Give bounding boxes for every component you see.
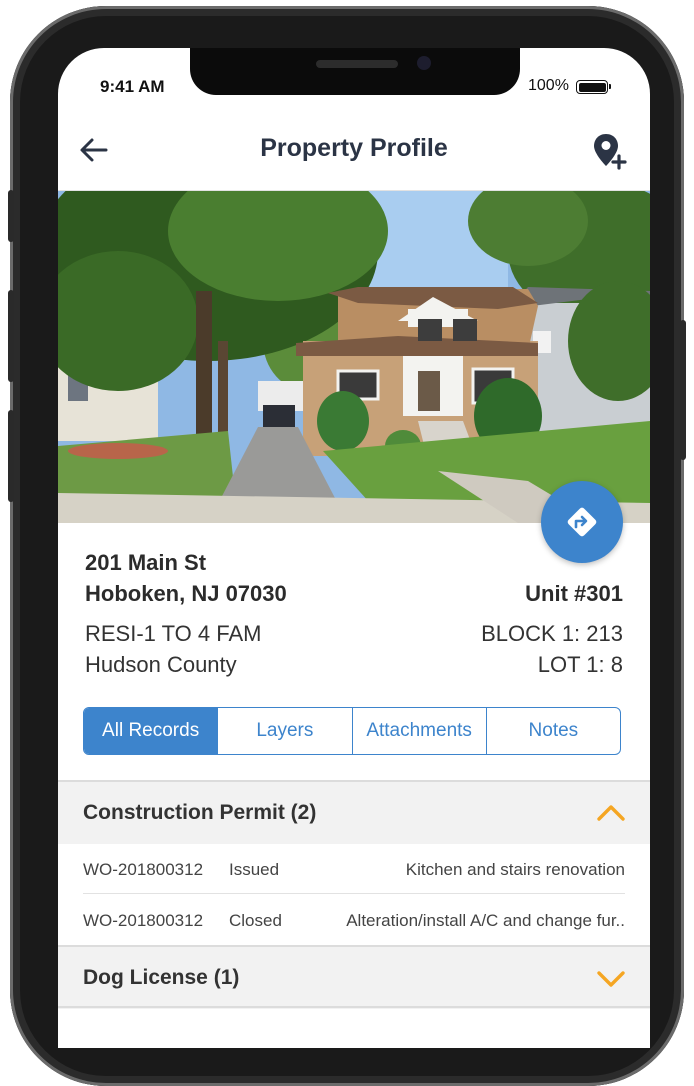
- chevron-down-icon: [597, 971, 625, 987]
- battery-tip: [609, 84, 611, 89]
- phone-silent-switch: [8, 190, 14, 242]
- section-header-construction-permit[interactable]: Construction Permit (2): [58, 782, 650, 844]
- front-camera: [417, 56, 431, 70]
- battery-percentage: 100%: [528, 77, 569, 94]
- street-address: 201 Main St: [85, 550, 207, 575]
- record-id: WO-201800312: [83, 911, 204, 930]
- unit-number: Unit #301: [525, 581, 623, 606]
- section-header-dog-license[interactable]: Dog License (1): [58, 947, 650, 1009]
- tab-notes[interactable]: Notes: [485, 708, 620, 754]
- records-tabs: All Records Layers Attachments Notes: [83, 707, 621, 755]
- page-title: Property Profile: [260, 134, 448, 162]
- property-class: RESI-1 TO 4 FAM: [85, 621, 262, 646]
- property-photo: [58, 191, 650, 523]
- county: Hudson County: [85, 652, 237, 677]
- record-id: WO-201800312: [83, 860, 204, 879]
- record-description: Alteration/install A/C and change fur..: [346, 911, 625, 930]
- lot-number: LOT 1: 8: [537, 652, 623, 677]
- notch: [190, 48, 520, 95]
- phone-power-button: [680, 320, 686, 460]
- city-state-zip: Hoboken, NJ 07030: [85, 581, 287, 606]
- add-location-pin-icon[interactable]: [592, 132, 628, 170]
- tab-all-records[interactable]: All Records: [84, 708, 218, 754]
- record-row[interactable]: WO-201800312 Closed Alteration/install A…: [83, 895, 625, 947]
- record-status: Closed: [229, 911, 282, 930]
- section-divider: [58, 1006, 650, 1008]
- phone-volume-down: [8, 410, 14, 502]
- phone-screen: 9:41 AM 100% Property Profile 201 Main S…: [58, 48, 650, 1048]
- status-time: 9:41 AM: [100, 77, 165, 96]
- record-status: Issued: [229, 860, 280, 879]
- row-divider: [83, 893, 625, 894]
- record-description: Kitchen and stairs renovation: [405, 860, 625, 879]
- directions-button[interactable]: [541, 481, 623, 563]
- section-title: Construction Permit (2): [83, 801, 317, 824]
- tab-attachments[interactable]: Attachments: [351, 708, 486, 754]
- chevron-up-icon: [597, 805, 625, 821]
- section-title: Dog License (1): [83, 966, 240, 989]
- battery-icon: [576, 80, 608, 94]
- block-number: BLOCK 1: 213: [481, 621, 623, 646]
- directions-icon: [567, 507, 597, 537]
- tab-layers[interactable]: Layers: [217, 708, 351, 754]
- phone-volume-up: [8, 290, 14, 382]
- speaker-grille: [316, 60, 398, 68]
- record-row[interactable]: WO-201800312 Issued Kitchen and stairs r…: [83, 844, 625, 896]
